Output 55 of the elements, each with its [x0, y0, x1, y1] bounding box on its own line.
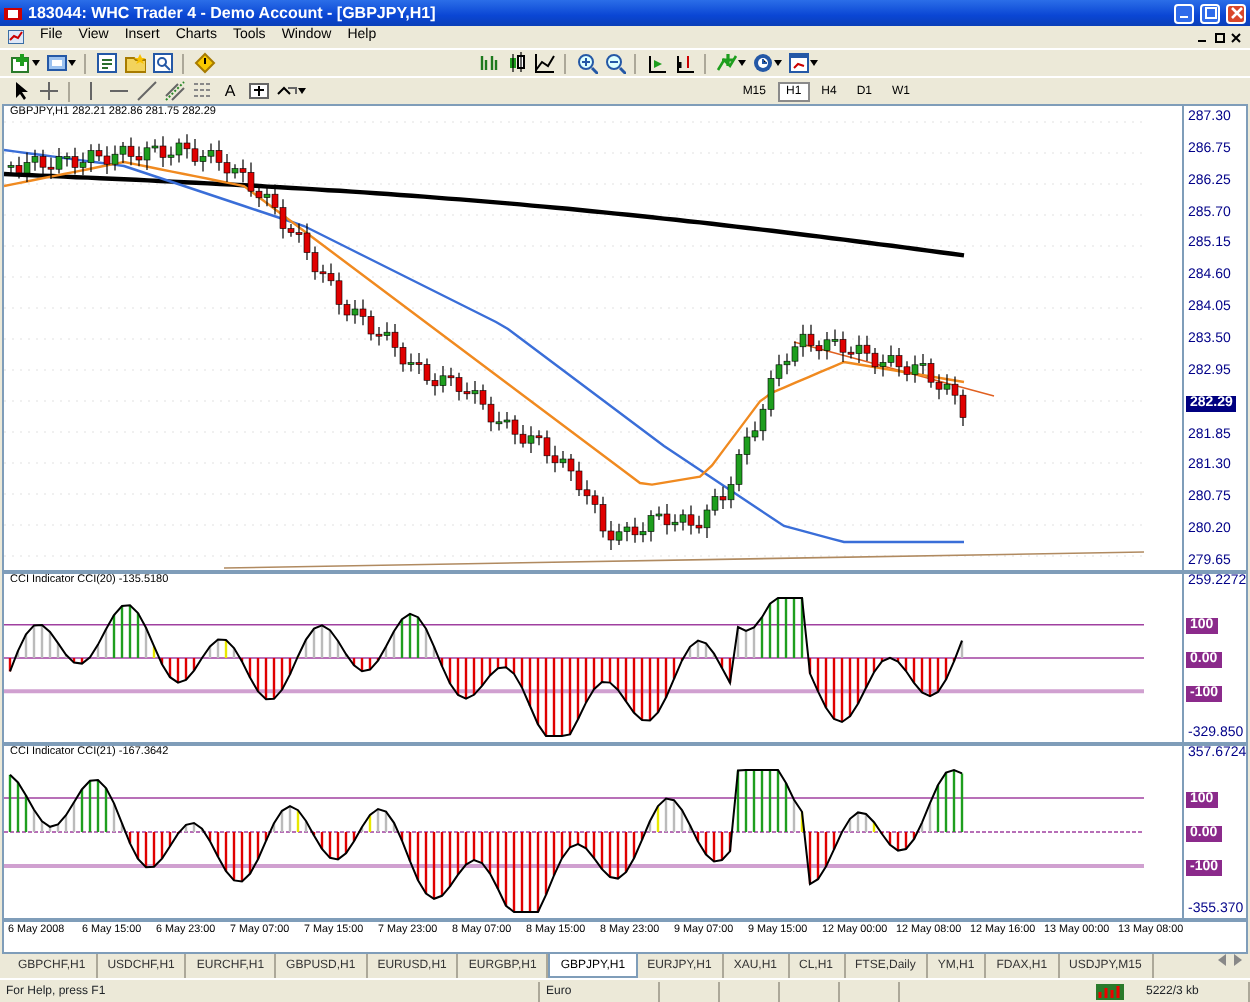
- auto-scroll-button[interactable]: [644, 51, 668, 75]
- zoom-in-button[interactable]: [574, 51, 598, 75]
- navigator-button[interactable]: [150, 51, 174, 75]
- close-button[interactable]: [1226, 3, 1246, 23]
- bar-chart-button[interactable]: [476, 51, 500, 75]
- trend-line-button[interactable]: [134, 79, 158, 103]
- tab-scroll-icon: [1218, 954, 1242, 966]
- caret-icon: [298, 88, 306, 94]
- crosshair-button[interactable]: [36, 79, 60, 103]
- line-chart-icon: [533, 52, 555, 74]
- market-watch-button[interactable]: [94, 51, 118, 75]
- profiles-icon: [45, 52, 67, 74]
- auto-scroll-icon: [645, 52, 667, 74]
- maximize-button[interactable]: [1200, 3, 1220, 23]
- candle-chart-button[interactable]: [504, 51, 528, 75]
- new-chart-button[interactable]: [8, 51, 32, 75]
- window-controls-icon: [1198, 31, 1242, 43]
- periods-icon: [751, 52, 773, 74]
- templates-button[interactable]: [786, 51, 810, 75]
- channel-button[interactable]: [162, 79, 186, 103]
- document-icon: [8, 30, 24, 44]
- fibonacci-icon: [191, 80, 213, 102]
- indicators-icon: [715, 52, 737, 74]
- trend-line-icon: [135, 80, 157, 102]
- caret-icon: [68, 60, 76, 66]
- caret-icon: [774, 60, 782, 66]
- text-tool-button[interactable]: A: [218, 79, 242, 103]
- crosshair-icon: [37, 80, 59, 102]
- alert-icon: [193, 52, 215, 74]
- app-icon: [4, 5, 22, 21]
- zoom-out-icon: [603, 52, 625, 74]
- label-icon: [247, 80, 269, 102]
- fibonacci-button[interactable]: [190, 79, 214, 103]
- minimize-button[interactable]: [1174, 3, 1194, 23]
- periods-button[interactable]: [750, 51, 774, 75]
- chart-shift-button[interactable]: [672, 51, 696, 75]
- zoom-in-icon: [575, 52, 597, 74]
- line-chart-button[interactable]: [532, 51, 556, 75]
- channel-icon: [163, 80, 185, 102]
- profiles-button[interactable]: [44, 51, 68, 75]
- caret-icon: [32, 60, 40, 66]
- folder-button[interactable]: [122, 51, 146, 75]
- maximize-icon: [1203, 6, 1217, 20]
- caret-icon: [810, 60, 818, 66]
- connection-icon: [1096, 983, 1124, 999]
- folder-icon: [123, 52, 145, 74]
- alert-button[interactable]: [192, 51, 216, 75]
- caret-icon: [738, 60, 746, 66]
- bar-chart-icon: [477, 52, 499, 74]
- close-icon: [1229, 6, 1243, 20]
- zoom-out-button[interactable]: [602, 51, 626, 75]
- window-title: 183044: WHC Trader 4 - Demo Account - [GBPJPY,H1]: [28, 1, 436, 25]
- label-button[interactable]: [246, 79, 270, 103]
- chart-shift-icon: [673, 52, 695, 74]
- indicators-button[interactable]: [714, 51, 738, 75]
